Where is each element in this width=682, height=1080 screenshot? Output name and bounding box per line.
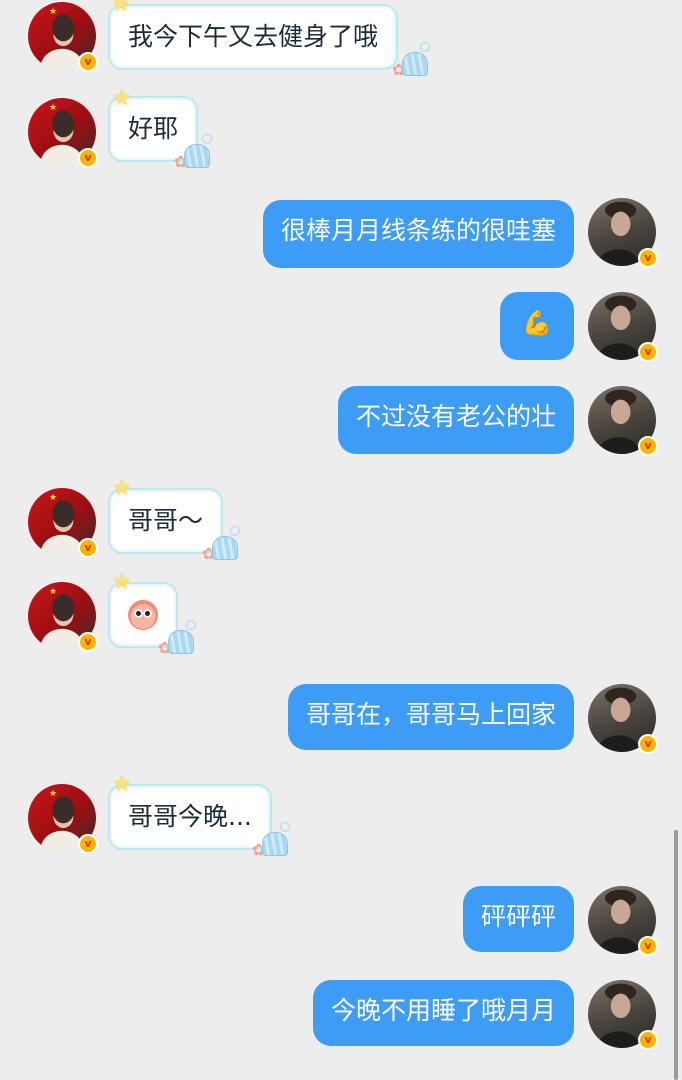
- verified-badge-icon: v: [638, 936, 658, 956]
- bubble-shell-decoration-icon: ✿: [158, 620, 196, 656]
- bubble-star-decoration-icon: ★: [111, 0, 131, 17]
- verified-badge-icon: v: [78, 632, 98, 652]
- verified-badge-icon: v: [78, 834, 98, 854]
- own-avatar[interactable]: v: [588, 386, 658, 456]
- bubble-star-decoration-icon: ★: [112, 86, 132, 111]
- bubble-shell-decoration-icon: ✿: [202, 526, 240, 562]
- message-text: 哥哥在，哥哥马上回家: [305, 700, 556, 729]
- contact-avatar[interactable]: ★ v: [28, 582, 98, 652]
- outgoing-message-bubble[interactable]: 💪: [500, 292, 574, 360]
- message-text: 不过没有老公的壮: [355, 402, 556, 431]
- verified-badge-icon: v: [78, 148, 98, 168]
- own-avatar[interactable]: v: [588, 198, 658, 268]
- message-text: 好耶: [128, 114, 179, 143]
- verified-badge-icon: v: [78, 52, 98, 72]
- verified-badge-icon: v: [638, 734, 658, 754]
- bubble-star-decoration-icon: ★: [112, 476, 132, 501]
- bubble-shell-decoration-icon: ✿: [252, 822, 290, 858]
- star-icon: ★: [49, 789, 58, 799]
- own-avatar[interactable]: v: [588, 980, 658, 1050]
- contact-avatar[interactable]: ★ v: [28, 2, 98, 72]
- contact-avatar[interactable]: ★ v: [28, 488, 98, 558]
- verified-badge-icon: v: [78, 538, 98, 558]
- bubble-star-decoration-icon: ★: [112, 772, 132, 797]
- scrollbar[interactable]: [674, 830, 678, 1080]
- message-text: 哥哥今晚...: [128, 802, 252, 831]
- contact-avatar[interactable]: ★ v: [28, 784, 98, 854]
- verified-badge-icon: v: [638, 248, 658, 268]
- own-avatar[interactable]: v: [588, 886, 658, 956]
- verified-badge-icon: v: [638, 436, 658, 456]
- message-text: 砰砰砰: [480, 902, 556, 931]
- message-text: 很棒月月线条练的很哇塞: [280, 216, 556, 245]
- message-text: 我今下午又去健身了哦: [128, 22, 379, 51]
- peach-face-sticker-icon: [128, 600, 158, 630]
- bubble-shell-decoration-icon: ✿: [174, 134, 212, 170]
- outgoing-message-bubble[interactable]: 不过没有老公的壮: [337, 386, 574, 454]
- incoming-message-bubble[interactable]: 我今下午又去健身了哦: [108, 4, 399, 70]
- star-icon: ★: [49, 7, 58, 17]
- message-text: 哥哥～: [128, 506, 204, 535]
- own-avatar[interactable]: v: [588, 292, 658, 362]
- message-text: 今晚不用睡了哦月月: [330, 996, 556, 1025]
- bubble-star-decoration-icon: ★: [112, 570, 132, 595]
- outgoing-message-bubble[interactable]: 砰砰砰: [462, 886, 574, 952]
- own-avatar[interactable]: v: [588, 684, 658, 754]
- star-icon: ★: [49, 103, 58, 113]
- star-icon: ★: [49, 493, 58, 503]
- contact-avatar[interactable]: ★ v: [28, 98, 98, 168]
- outgoing-message-bubble[interactable]: 哥哥在，哥哥马上回家: [287, 684, 574, 750]
- verified-badge-icon: v: [638, 342, 658, 362]
- flexed-biceps-emoji-icon: 💪: [522, 309, 552, 337]
- bubble-shell-decoration-icon: ✿: [392, 42, 430, 78]
- outgoing-message-bubble[interactable]: 今晚不用睡了哦月月: [312, 980, 574, 1046]
- star-icon: ★: [49, 587, 58, 597]
- verified-badge-icon: v: [638, 1030, 658, 1050]
- outgoing-message-bubble[interactable]: 很棒月月线条练的很哇塞: [262, 200, 574, 268]
